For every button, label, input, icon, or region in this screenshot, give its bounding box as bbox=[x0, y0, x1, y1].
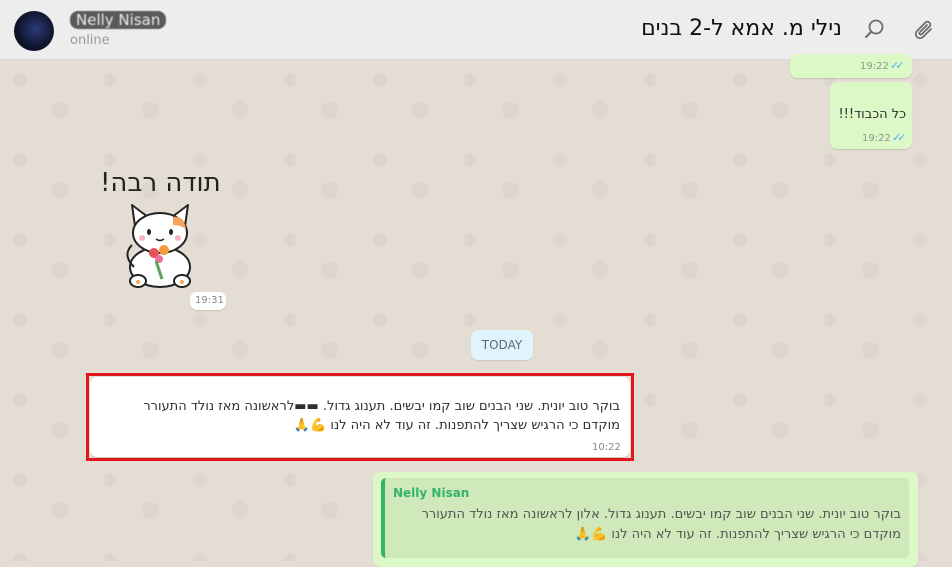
contact-status: online bbox=[70, 33, 110, 48]
read-receipt-icon: ✓✓ bbox=[890, 59, 905, 72]
contact-name[interactable]: Nelly Nisan bbox=[70, 11, 167, 29]
message-bubble-outgoing[interactable]: כל הכבוד!!! 19:22 ✓✓ bbox=[830, 82, 912, 149]
paperclip-icon[interactable] bbox=[912, 17, 938, 43]
quoted-text-line: מוקדם כי הרגיש שצריך להתפנות. זה עוד לא … bbox=[574, 527, 901, 542]
sticker-caption: תודה רבה! bbox=[100, 168, 221, 198]
read-receipt-icon: ✓✓ bbox=[892, 131, 907, 144]
date-divider: TODAY bbox=[471, 330, 533, 360]
highlight-box bbox=[86, 373, 634, 461]
message-bubble-outgoing-reply[interactable]: Nelly Nisan בוקר טוב יונית. שני הבנים שו… bbox=[373, 472, 918, 567]
quoted-text-line: בוקר טוב יונית. שני הבנים שוב קמו יבשים.… bbox=[421, 507, 901, 522]
message-time: 19:22 bbox=[860, 61, 889, 72]
search-icon[interactable] bbox=[862, 17, 888, 43]
message-time: 19:22 bbox=[862, 133, 891, 144]
chat-area[interactable]: 19:22 ✓✓ כל הכבוד!!! 19:22 ✓✓ תודה רבה! bbox=[0, 54, 952, 567]
sticker-time-badge: 19:31 bbox=[190, 292, 226, 310]
chat-title[interactable]: נילי מ. אמא ל-2 בנים bbox=[641, 16, 842, 41]
message-time: 19:31 bbox=[195, 295, 224, 306]
quoted-message[interactable]: Nelly Nisan בוקר טוב יונית. שני הבנים שו… bbox=[381, 478, 909, 558]
message-bubble-outgoing[interactable]: 19:22 ✓✓ bbox=[790, 54, 912, 78]
avatar[interactable] bbox=[14, 11, 54, 51]
chat-header: Nelly Nisan online נילי מ. אמא ל-2 בנים bbox=[0, 0, 952, 60]
message-text: כל הכבוד!!! bbox=[838, 107, 906, 122]
cat-sticker-icon[interactable] bbox=[118, 195, 208, 290]
quoted-author: Nelly Nisan bbox=[393, 486, 470, 500]
